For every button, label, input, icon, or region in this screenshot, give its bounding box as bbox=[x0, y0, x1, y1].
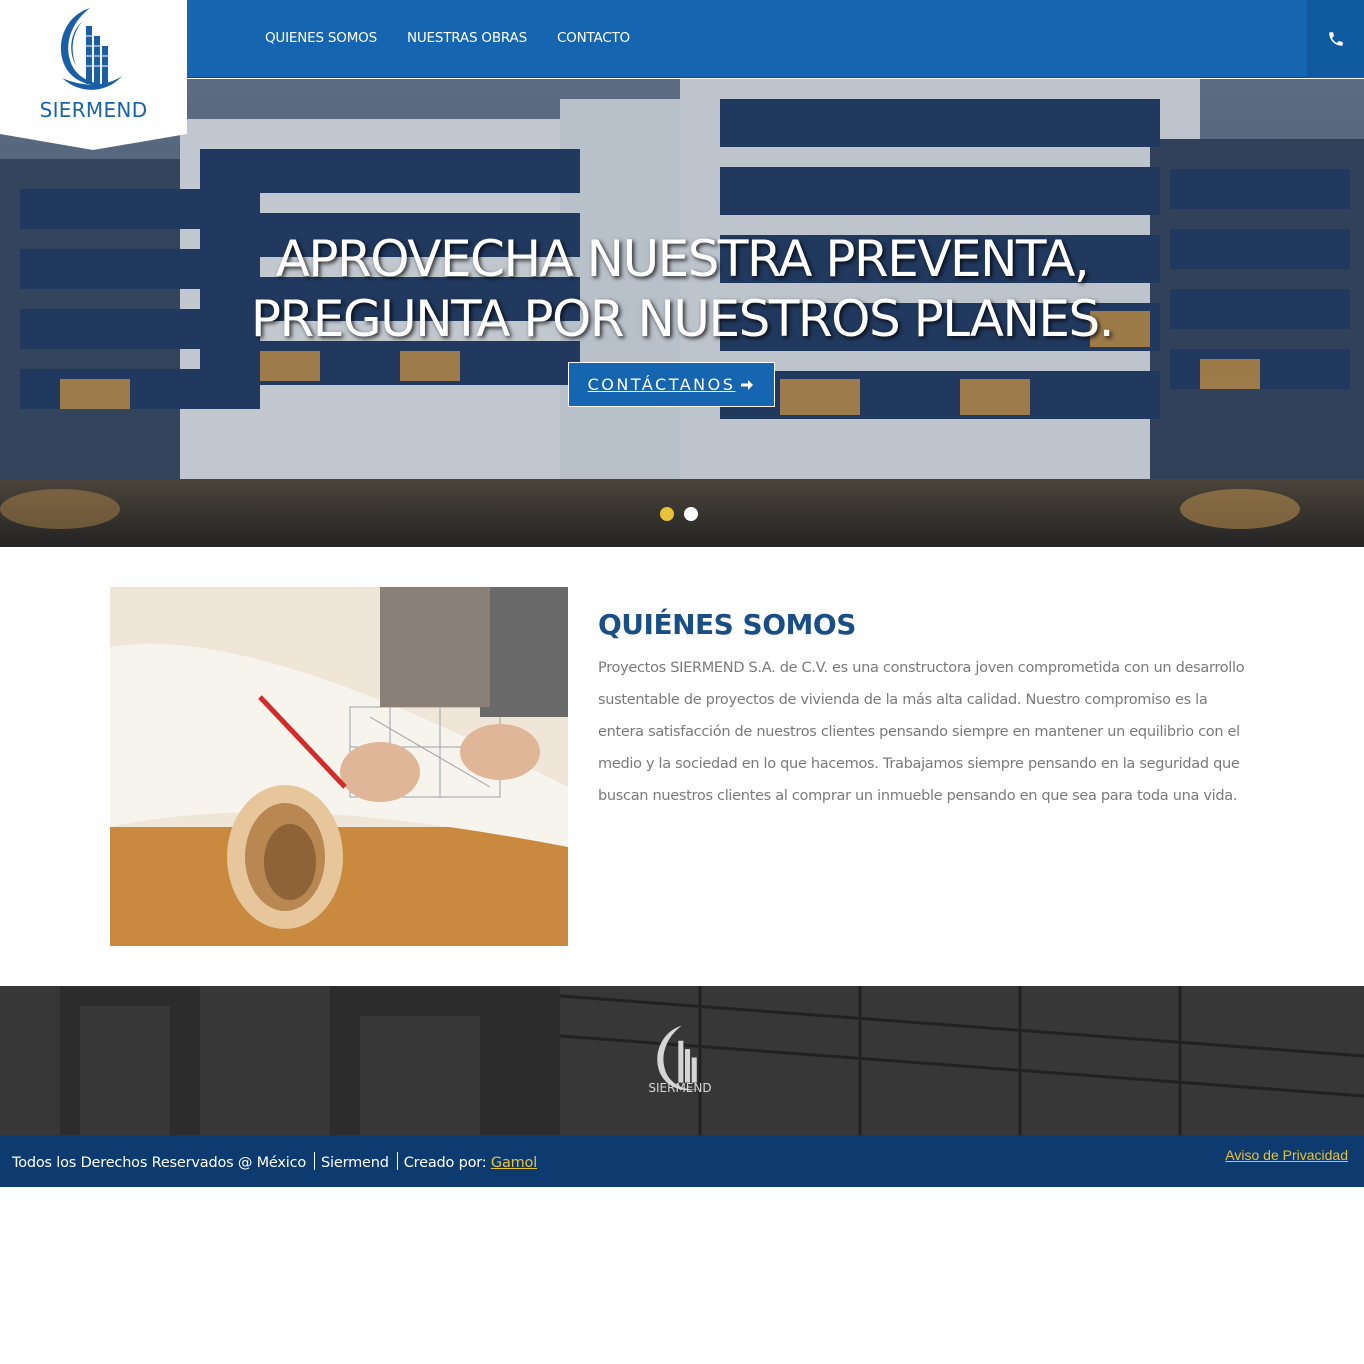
brand-name: SIERMEND bbox=[39, 98, 148, 122]
nav-item-contacto[interactable]: CONTACTO bbox=[557, 30, 630, 46]
footer-banner: SIERMEND bbox=[0, 986, 1364, 1135]
arrow-right-icon bbox=[741, 379, 754, 390]
privacy-notice-link[interactable]: Aviso de Privacidad bbox=[1225, 1147, 1348, 1163]
hero-headline-line2: PREGUNTA POR NUESTROS PLANES. bbox=[250, 290, 1115, 348]
footer-copyright: Todos los Derechos Reservados @ México Si… bbox=[12, 1152, 537, 1171]
creator-link[interactable]: Gamol bbox=[491, 1155, 537, 1171]
hero-slider: APROVECHA NUESTRA PREVENTA, PREGUNTA POR… bbox=[0, 79, 1364, 547]
hero-headline-line1: APROVECHA NUESTRA PREVENTA, bbox=[275, 230, 1090, 288]
created-by-label: Creado por: bbox=[403, 1155, 487, 1171]
hero-headline: APROVECHA NUESTRA PREVENTA, PREGUNTA POR… bbox=[0, 229, 1364, 349]
phone-icon bbox=[1328, 32, 1343, 46]
main-nav: QUIENES SOMOS NUESTRAS OBRAS CONTACTO bbox=[265, 30, 660, 46]
footer-brand-name: SIERMEND bbox=[648, 1081, 712, 1095]
separator bbox=[396, 1152, 398, 1170]
brand-logo-icon bbox=[60, 8, 122, 90]
slider-pagination bbox=[660, 507, 698, 521]
contact-cta-label: CONTÁCTANOS bbox=[587, 375, 736, 394]
nav-item-quienes-somos[interactable]: QUIENES SOMOS bbox=[265, 30, 377, 46]
footer-bar: Todos los Derechos Reservados @ México Si… bbox=[0, 1135, 1364, 1187]
copyright-text: Todos los Derechos Reservados @ México bbox=[12, 1155, 307, 1171]
slider-dot-1[interactable] bbox=[660, 507, 674, 521]
separator bbox=[314, 1152, 316, 1170]
slider-dot-2[interactable] bbox=[684, 507, 698, 521]
nav-item-nuestras-obras[interactable]: NUESTRAS OBRAS bbox=[407, 30, 527, 46]
about-section-body: Proyectos SIERMEND S.A. de C.V. es una c… bbox=[598, 660, 1245, 804]
about-section-title: QUIÉNES SOMOS bbox=[598, 608, 856, 641]
brand-logo-box[interactable]: SIERMEND bbox=[0, 0, 187, 150]
phone-button[interactable] bbox=[1307, 0, 1364, 78]
about-blueprint-image bbox=[110, 587, 568, 946]
company-name: Siermend bbox=[321, 1155, 389, 1171]
top-navbar: QUIENES SOMOS NUESTRAS OBRAS CONTACTO bbox=[0, 0, 1364, 78]
contact-cta-button[interactable]: CONTÁCTANOS bbox=[568, 362, 775, 407]
